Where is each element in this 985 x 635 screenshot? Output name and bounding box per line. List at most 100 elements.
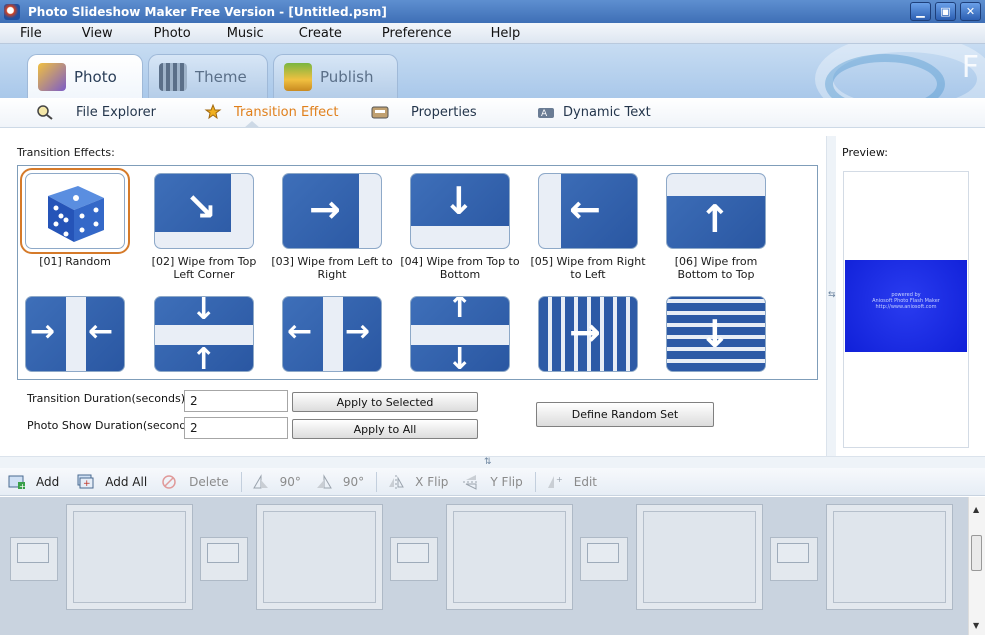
menu-view[interactable]: View (82, 26, 113, 41)
menu-help[interactable]: Help (491, 26, 521, 41)
rotate-right-label: 90° (342, 474, 365, 489)
close-icon: ✕ (965, 5, 976, 18)
subtab-transition-effect[interactable]: Transition Effect (204, 104, 338, 120)
x-flip-icon (389, 474, 405, 489)
define-random-set-button[interactable]: Define Random Set (536, 402, 714, 427)
sub-tab-bar: File Explorer Transition Effect Properti… (0, 98, 985, 128)
add-all-label: Add All (105, 474, 148, 489)
effect-item-wipe-left-right[interactable]: → [03] Wipe from Left to Right (270, 173, 394, 281)
scroll-down-icon[interactable]: ▼ (973, 621, 979, 630)
apply-to-all-button[interactable]: Apply to All (292, 419, 478, 439)
effect-name: [03] Wipe from Left to Right (271, 255, 393, 281)
arrow-down-right-icon: ↘ (154, 173, 254, 249)
delete-icon (162, 474, 176, 489)
effect-item-random[interactable]: [01] Random (18, 168, 137, 268)
photo-slot[interactable] (66, 504, 193, 610)
transition-slot[interactable] (200, 537, 248, 581)
tab-publish[interactable]: Publish (273, 54, 398, 98)
add-label: Add (36, 474, 60, 489)
title-bar: Photo Slideshow Maker Free Version - [Un… (0, 0, 985, 23)
menu-create[interactable]: Create (299, 26, 342, 41)
effect-name: [04] Wipe from Top to Bottom (400, 255, 520, 281)
transition-slot[interactable] (770, 537, 818, 581)
effect-item-row2-6[interactable]: ↓ (654, 296, 778, 372)
scroll-up-icon[interactable]: ▲ (973, 505, 979, 514)
properties-icon (371, 106, 389, 119)
add-photo-icon: + (8, 475, 26, 490)
arrow-up-icon: ↑ (666, 173, 766, 249)
edit-button[interactable]: + Edit (546, 474, 597, 490)
effect-item-wipe-top-left[interactable]: ↘ [02] Wipe from Top Left Corner (142, 173, 266, 281)
edit-label: Edit (573, 474, 597, 489)
preview-panel: powered by Aniosoft Photo Flash Maker ht… (843, 171, 969, 448)
arrows-inward-horizontal-icon: → ← (25, 296, 125, 372)
subtab-file-explorer[interactable]: File Explorer (36, 104, 156, 120)
scrollbar-thumb[interactable] (971, 535, 982, 571)
effect-item-row2-5[interactable]: → (526, 296, 650, 372)
tab-theme[interactable]: Theme (148, 54, 268, 98)
menu-preference[interactable]: Preference (382, 26, 452, 41)
photo-slot[interactable] (446, 504, 573, 610)
horizontal-blinds-icon: ↓ (666, 296, 766, 372)
menu-music[interactable]: Music (227, 26, 264, 41)
add-button[interactable]: + Add (8, 474, 59, 490)
effect-name: [06] Wipe from Bottom to Top (674, 255, 758, 281)
y-flip-label: Y Flip (490, 474, 523, 489)
photo-album-icon (38, 63, 66, 91)
tab-photo[interactable]: Photo (27, 54, 143, 98)
transition-duration-input[interactable]: 2 (184, 390, 288, 412)
app-icon (4, 3, 20, 20)
photo-show-duration-input[interactable]: 2 (184, 417, 288, 439)
menu-file[interactable]: File (20, 26, 42, 41)
magnifier-icon (37, 105, 53, 120)
transition-slot[interactable] (580, 537, 628, 581)
subtab-dynamic-text[interactable]: A Dynamic Text (537, 104, 651, 120)
preview-label: Preview: (842, 146, 888, 159)
subtab-dynamic-text-label: Dynamic Text (563, 104, 651, 120)
delete-button[interactable]: Delete (161, 474, 229, 490)
effect-item-row2-1[interactable]: → ← (18, 296, 137, 372)
photo-slot[interactable] (256, 504, 383, 610)
x-flip-label: X Flip (415, 474, 449, 489)
subtab-properties[interactable]: Properties (371, 104, 477, 120)
svg-text:+: + (19, 482, 26, 490)
photo-slot[interactable] (826, 504, 953, 610)
maximize-button[interactable]: ▣ (935, 2, 956, 21)
transition-effects-list: [01] Random ↘ [02] Wipe from Top Left Co… (17, 165, 818, 380)
transition-slot[interactable] (390, 537, 438, 581)
svg-text:+: + (556, 475, 563, 484)
splitter-grip-icon: ⇅ (484, 457, 492, 467)
rotate-left-button[interactable]: 90° (252, 473, 301, 490)
subtab-properties-label: Properties (411, 104, 477, 120)
arrow-right-icon: → (282, 173, 382, 249)
horizontal-splitter[interactable]: ⇅ (0, 456, 985, 468)
effect-item-row2-2[interactable]: ↓ ↑ (142, 296, 266, 372)
close-button[interactable]: ✕ (960, 2, 981, 21)
timeline-toolbar: + Add + Add All Delete 90° 90° X Flip Y … (0, 468, 985, 496)
apply-to-selected-button[interactable]: Apply to Selected (292, 392, 478, 412)
effect-item-row2-4[interactable]: ↑ ↓ (398, 296, 522, 372)
active-subtab-pointer (244, 121, 260, 128)
svg-text:A: A (541, 109, 548, 119)
rotate-right-button[interactable]: 90° (315, 473, 365, 490)
gift-box-icon (284, 62, 312, 91)
arrows-outward-vertical-icon: ↑ ↓ (410, 296, 510, 372)
effect-item-wipe-top-bottom[interactable]: ↓ [04] Wipe from Top to Bottom (398, 173, 522, 281)
minimize-button[interactable]: ▁ (910, 2, 931, 21)
effect-item-row2-3[interactable]: ← → (270, 296, 394, 372)
menu-photo[interactable]: Photo (154, 26, 191, 41)
effect-item-wipe-bottom-top[interactable]: ↑ [06] Wipe from Bottom to Top (654, 173, 778, 281)
svg-text:+: + (83, 479, 91, 489)
splitter-grip-icon: ⇆ (828, 290, 836, 300)
timeline-scrollbar[interactable]: ▲ ▼ (968, 497, 985, 635)
transition-slot[interactable] (10, 537, 58, 581)
vertical-splitter[interactable]: ⇆ (826, 136, 836, 456)
toolbar-separator (240, 471, 242, 492)
x-flip-button[interactable]: X Flip (387, 474, 448, 490)
photo-slot[interactable] (636, 504, 763, 610)
toolbar-separator (534, 471, 536, 492)
arrow-left-icon: ← (538, 173, 638, 249)
effect-item-wipe-right-left[interactable]: ← [05] Wipe from Right to Left (526, 173, 650, 281)
y-flip-button[interactable]: Y Flip (462, 474, 523, 490)
add-all-button[interactable]: + Add All (77, 474, 147, 490)
